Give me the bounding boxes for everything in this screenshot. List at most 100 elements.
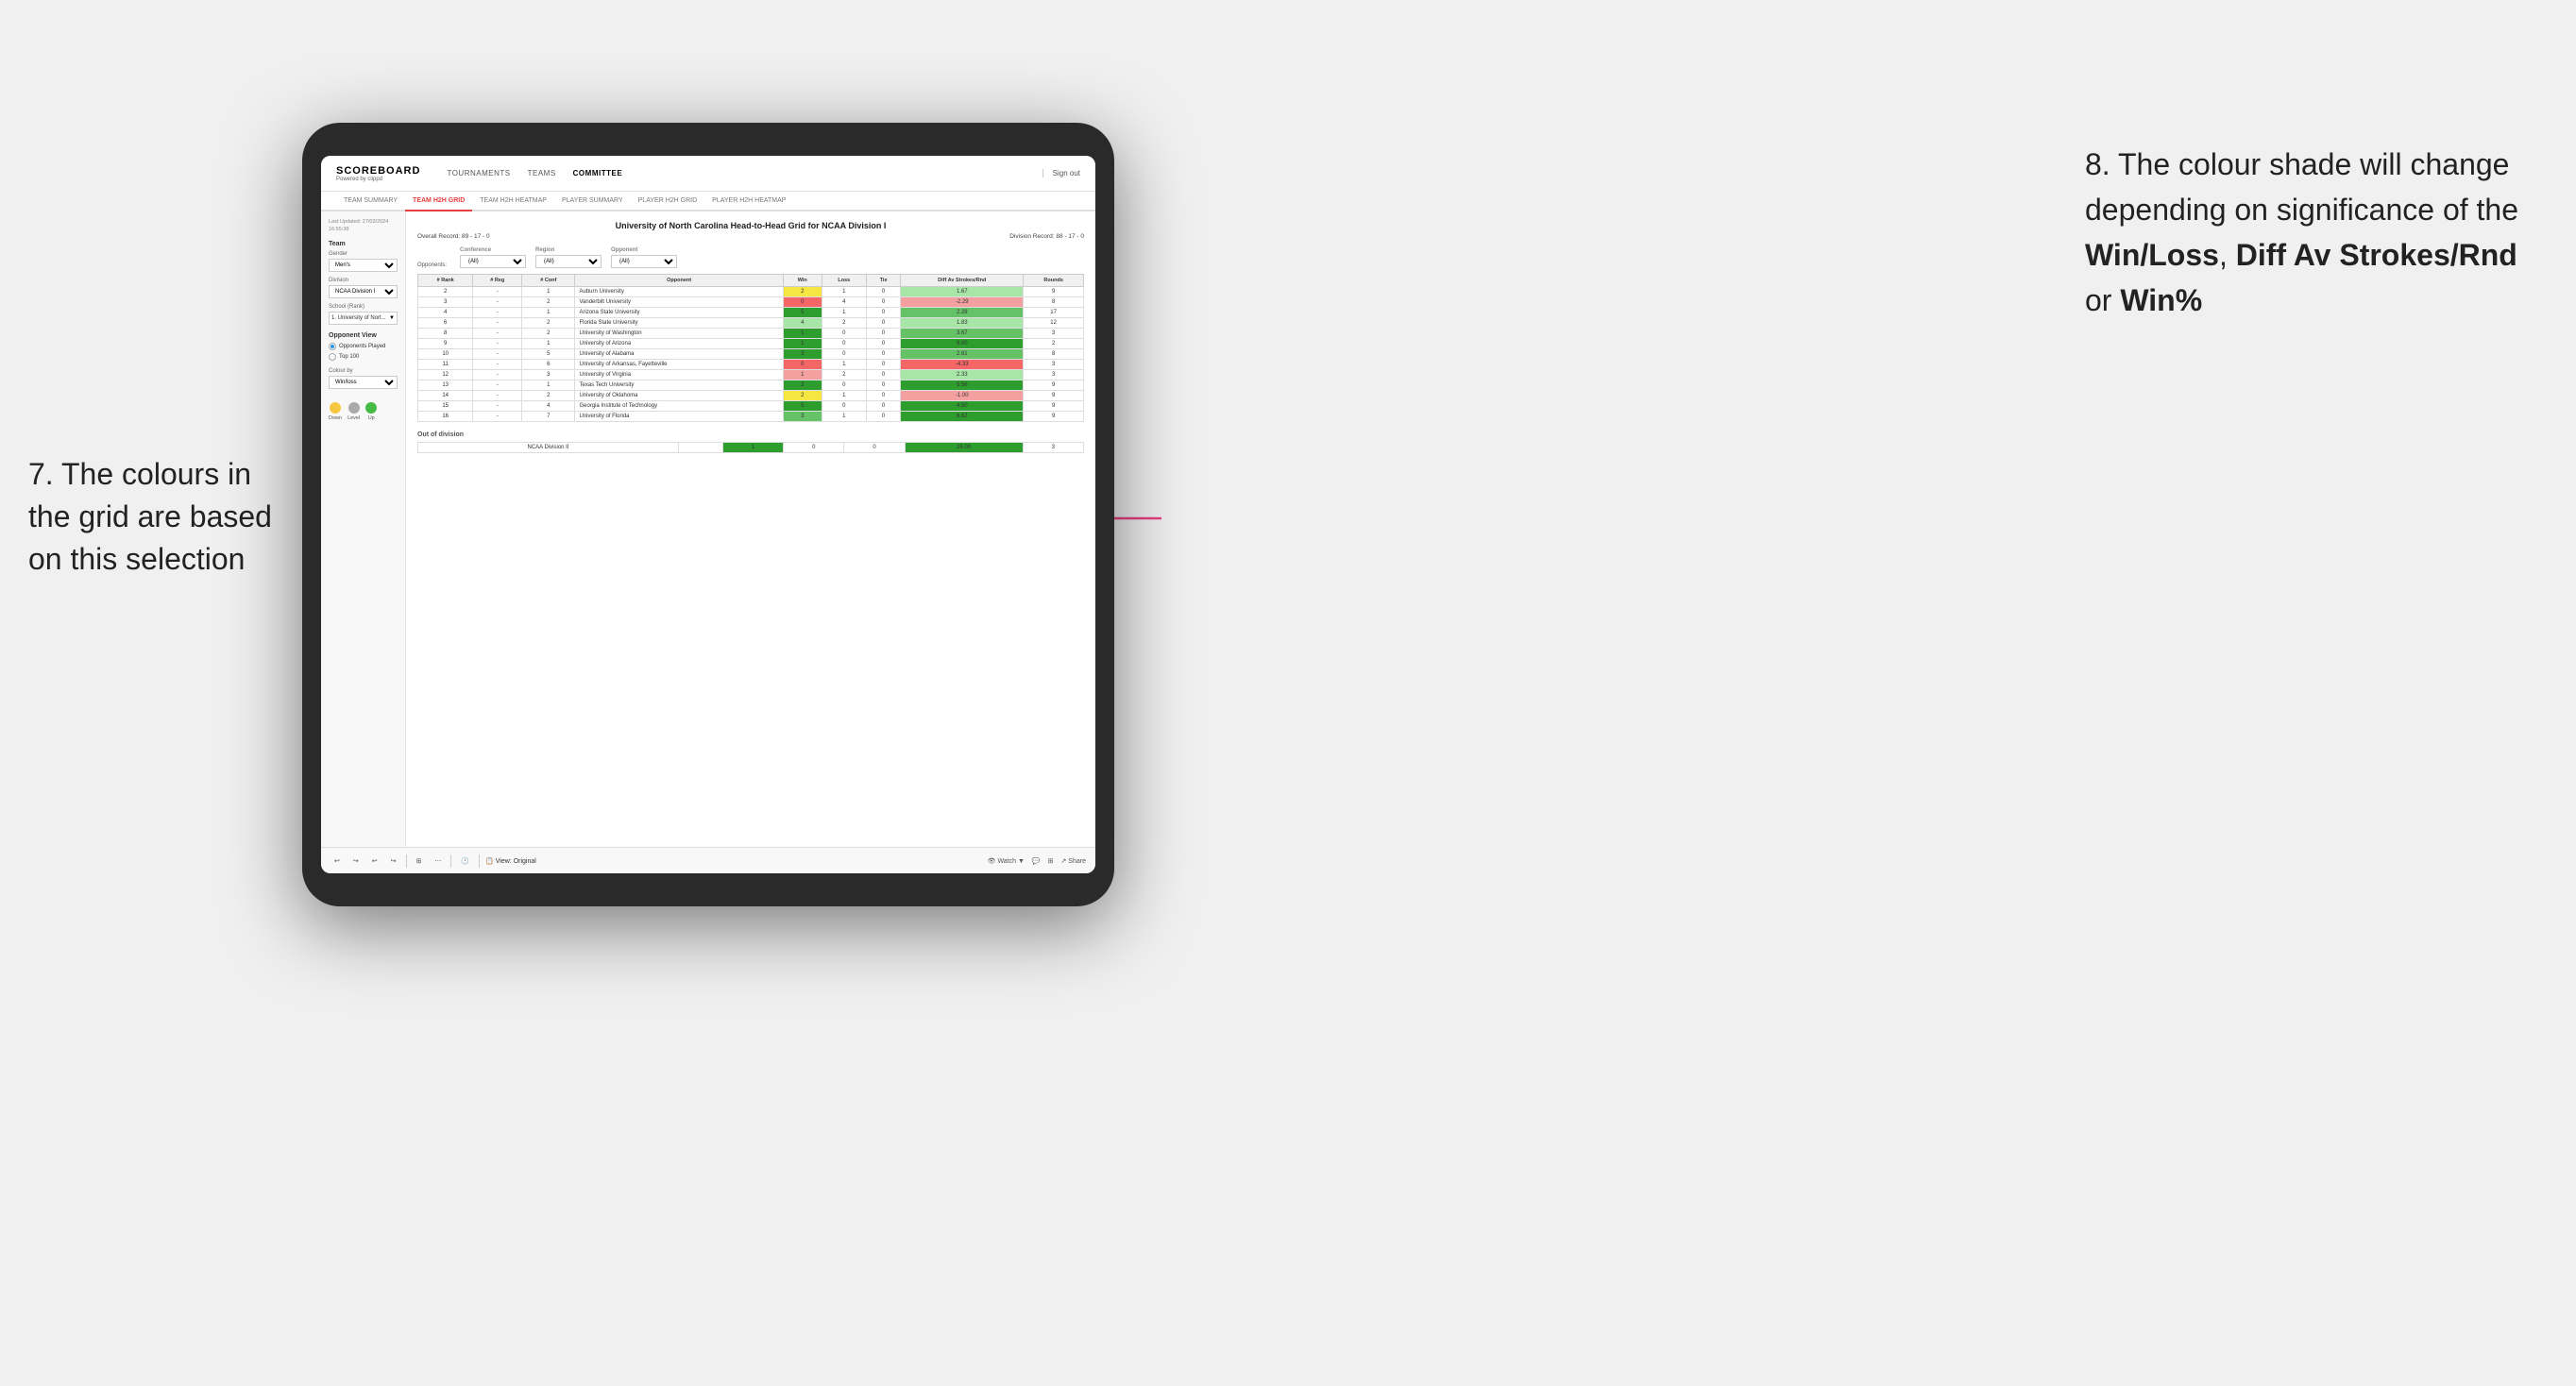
subnav-team-h2h-heatmap[interactable]: TEAM H2H HEATMAP: [472, 192, 554, 211]
school-label: School (Rank): [329, 304, 398, 310]
share-btn[interactable]: ↗ Share: [1061, 857, 1087, 865]
region-label: Region: [535, 247, 602, 253]
table-row: 12 - 3 University of Virginia 1 2 0 2.33…: [418, 370, 1084, 380]
division-record: Division Record: 88 - 17 - 0: [1009, 233, 1084, 240]
cell-loss: 1: [822, 308, 866, 318]
subnav-team-h2h-grid[interactable]: TEAM H2H GRID: [405, 192, 472, 211]
radio-group: Opponents Played Top 100: [329, 343, 398, 361]
radio-dot-2: [329, 353, 336, 361]
opponent-dropdown[interactable]: (All): [611, 255, 677, 268]
toolbar-divider-2: [450, 854, 451, 868]
sidebar: Last Updated: 27/03/2024 16:55:38 Team G…: [321, 211, 406, 847]
cell-win: 1: [783, 339, 822, 349]
legend-level-circle: [348, 402, 360, 414]
nav-tournaments[interactable]: TOURNAMENTS: [439, 165, 517, 181]
more-btn[interactable]: ⋯: [431, 855, 445, 867]
cell-conf: 4: [522, 401, 575, 412]
feedback-btn[interactable]: 💬: [1032, 857, 1041, 865]
cell-rank: 13: [418, 380, 473, 391]
cell-rank: 2: [418, 287, 473, 297]
school-input[interactable]: 1. University of Nort... ▼: [329, 312, 398, 325]
subnav-player-h2h-grid[interactable]: PLAYER H2H GRID: [631, 192, 705, 211]
copy-btn[interactable]: ⊞: [413, 855, 426, 867]
cell-rank: 3: [418, 297, 473, 308]
watch-btn[interactable]: 👁 Watch ▼: [988, 857, 1025, 865]
cell-reg: -: [473, 318, 522, 329]
bottom-toolbar: ↩ ↪ ↩ ↪ ⊞ ⋯ 🕐 📋 View: Original 👁 Watch ▼…: [321, 847, 1095, 873]
cell-opponent: Georgia Institute of Technology: [575, 401, 783, 412]
redo-btn[interactable]: ↪: [349, 855, 363, 867]
cell-opponent: Auburn University: [575, 287, 783, 297]
cell-rank: 15: [418, 401, 473, 412]
grid-subtitle: Overall Record: 89 - 17 - 0 Division Rec…: [417, 233, 1084, 240]
cell-tie: 0: [866, 401, 900, 412]
cell-conf: 6: [522, 360, 575, 370]
cell-conf: 1: [522, 380, 575, 391]
division-dropdown[interactable]: NCAA Division I: [329, 285, 398, 298]
colour-by-dropdown[interactable]: Win/loss: [329, 376, 398, 389]
cell-rounds: 9: [1024, 391, 1084, 401]
cell-reg: -: [473, 308, 522, 318]
clock-btn[interactable]: 🕐: [457, 855, 473, 867]
ood-rounds: 3: [1023, 443, 1083, 453]
cell-opponent: University of Oklahoma: [575, 391, 783, 401]
cell-rank: 10: [418, 349, 473, 360]
present-btn[interactable]: ⊞: [1048, 857, 1054, 865]
subnav-player-summary[interactable]: PLAYER SUMMARY: [554, 192, 631, 211]
cell-reg: -: [473, 287, 522, 297]
tablet-screen: SCOREBOARD Powered by clippd TOURNAMENTS…: [321, 156, 1095, 873]
radio-opponents-played[interactable]: Opponents Played: [329, 343, 398, 350]
cell-opponent: Vanderbilt University: [575, 297, 783, 308]
cell-reg: -: [473, 380, 522, 391]
table-row: 8 - 2 University of Washington 1 0 0 3.6…: [418, 329, 1084, 339]
conference-dropdown[interactable]: (All): [460, 255, 526, 268]
cell-loss: 0: [822, 339, 866, 349]
undo-btn[interactable]: ↩: [330, 855, 344, 867]
ood-tie: 0: [844, 443, 905, 453]
cell-tie: 0: [866, 329, 900, 339]
cell-loss: 0: [822, 401, 866, 412]
cell-conf: 3: [522, 370, 575, 380]
cell-tie: 0: [866, 380, 900, 391]
cell-win: 5: [783, 401, 822, 412]
cell-rounds: 9: [1024, 412, 1084, 422]
cell-reg: -: [473, 391, 522, 401]
subnav-team-summary[interactable]: TEAM SUMMARY: [336, 192, 405, 211]
cell-win: 2: [783, 391, 822, 401]
cell-opponent: Florida State University: [575, 318, 783, 329]
cell-diff: 6.62: [901, 412, 1024, 422]
cell-reg: -: [473, 360, 522, 370]
cell-conf: 2: [522, 318, 575, 329]
th-win: Win: [783, 275, 822, 287]
nav-teams[interactable]: TEAMS: [520, 165, 564, 181]
forward-btn[interactable]: ↪: [387, 855, 400, 867]
cell-loss: 4: [822, 297, 866, 308]
legend-row: Down Level Up: [329, 402, 398, 421]
conference-filter: Conference (All): [460, 247, 526, 268]
cell-reg: -: [473, 412, 522, 422]
logo-area: SCOREBOARD Powered by clippd: [336, 165, 420, 182]
logo-sub: Powered by clippd: [336, 177, 420, 182]
cell-diff: 5.56: [901, 380, 1024, 391]
cell-win: 3: [783, 380, 822, 391]
sign-out-link[interactable]: Sign out: [1042, 169, 1080, 177]
view-label: 📋 View: Original: [485, 857, 536, 865]
radio-top100[interactable]: Top 100: [329, 353, 398, 361]
table-row: 4 - 1 Arizona State University 5 1 0 2.2…: [418, 308, 1084, 318]
back-btn[interactable]: ↩: [368, 855, 381, 867]
cell-win: 1: [783, 329, 822, 339]
nav-committee[interactable]: COMMITTEE: [566, 165, 631, 181]
region-dropdown[interactable]: (All): [535, 255, 602, 268]
gender-dropdown[interactable]: Men's: [329, 259, 398, 272]
table-row: 14 - 2 University of Oklahoma 2 1 0 -1.0…: [418, 391, 1084, 401]
cell-rounds: 12: [1024, 318, 1084, 329]
th-conf: # Conf: [522, 275, 575, 287]
colour-by-label: Colour by: [329, 368, 398, 374]
cell-tie: 0: [866, 287, 900, 297]
overall-record: Overall Record: 89 - 17 - 0: [417, 233, 490, 240]
cell-reg: -: [473, 401, 522, 412]
subnav-player-h2h-heatmap[interactable]: PLAYER H2H HEATMAP: [704, 192, 793, 211]
th-opponent: Opponent: [575, 275, 783, 287]
nav-items: TOURNAMENTS TEAMS COMMITTEE: [439, 165, 1042, 181]
cell-rounds: 2: [1024, 339, 1084, 349]
